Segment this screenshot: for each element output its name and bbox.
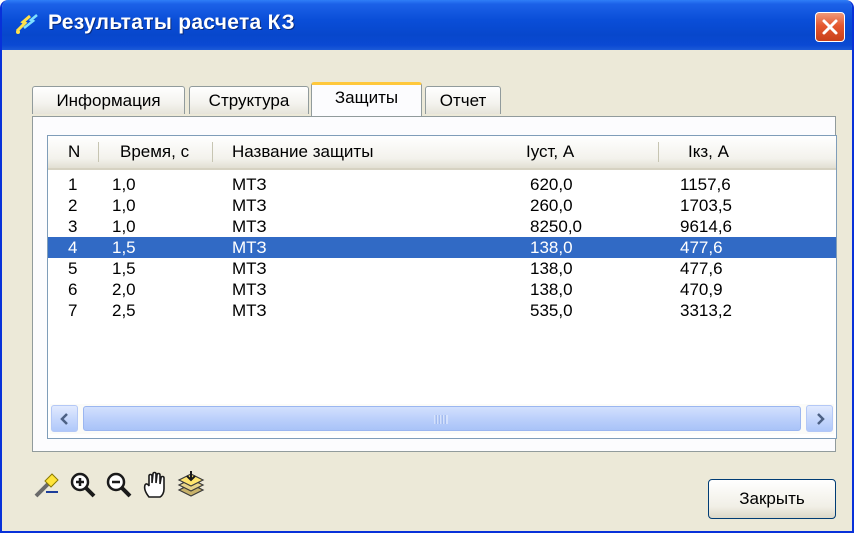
table-row[interactable]: 7 2,5 МТЗ 535,0 3313,2 (48, 300, 836, 321)
table-header: N Время, с Название защиты Iуст, А Iкз, … (48, 136, 836, 170)
cell-name: МТЗ (232, 280, 267, 299)
cell-ikz: 470,9 (680, 280, 723, 299)
cell-time: 1,0 (112, 175, 136, 194)
cell-ikz: 1157,6 (680, 175, 731, 194)
cell-iust: 8250,0 (530, 217, 582, 236)
tab-information[interactable]: Информация (32, 86, 185, 114)
cell-time: 1,0 (112, 217, 136, 236)
cell-name: МТЗ (232, 175, 267, 194)
cell-n: 2 (68, 196, 78, 215)
cell-name: МТЗ (232, 238, 267, 257)
cell-time: 2,5 (112, 301, 136, 320)
cell-n: 4 (68, 238, 78, 257)
highlight-icon[interactable] (32, 470, 62, 500)
cell-n: 3 (68, 217, 78, 236)
layers-icon[interactable] (176, 470, 206, 500)
table-row[interactable]: 3 1,0 МТЗ 8250,0 9614,6 (48, 216, 836, 237)
zoom-in-icon[interactable] (68, 470, 98, 500)
table-row[interactable]: 2 1,0 МТЗ 260,0 1703,5 (48, 195, 836, 216)
column-divider[interactable] (212, 142, 213, 162)
cell-n: 7 (68, 301, 78, 320)
cell-ikz: 1703,5 (680, 196, 732, 215)
close-window-button[interactable] (815, 12, 845, 42)
chevron-right-icon (817, 413, 825, 425)
title-bar[interactable]: Результаты расчета КЗ (2, 0, 852, 50)
cell-ikz: 477,6 (680, 238, 723, 257)
table-row[interactable]: 6 2,0 МТЗ 138,0 470,9 (48, 279, 836, 300)
cell-time: 1,5 (112, 259, 136, 278)
cell-time: 1,0 (112, 196, 136, 215)
column-header-name[interactable]: Название защиты (232, 136, 373, 168)
cell-iust: 138,0 (530, 238, 573, 257)
close-button[interactable]: Закрыть (708, 479, 836, 519)
column-header-iust[interactable]: Iуст, А (526, 136, 574, 168)
table-row[interactable]: 1 1,0 МТЗ 620,0 1157,6 (48, 174, 836, 195)
scroll-right-button[interactable] (806, 405, 833, 432)
cell-iust: 535,0 (530, 301, 573, 320)
column-divider[interactable] (98, 142, 99, 162)
dialog-window: Результаты расчета КЗ Информация Структу… (0, 0, 854, 533)
column-divider[interactable] (658, 142, 659, 162)
cell-iust: 260,0 (530, 196, 573, 215)
cell-name: МТЗ (232, 217, 267, 236)
cell-name: МТЗ (232, 301, 267, 320)
cell-n: 5 (68, 259, 78, 278)
cell-ikz: 3313,2 (680, 301, 732, 320)
cell-n: 6 (68, 280, 78, 299)
cell-name: МТЗ (232, 196, 267, 215)
cell-time: 1,5 (112, 238, 136, 257)
chevron-left-icon (60, 413, 68, 425)
column-header-n[interactable]: N (68, 136, 80, 168)
table-row-selected[interactable]: 4 1,5 МТЗ 138,0 477,6 (48, 237, 836, 258)
column-header-time[interactable]: Время, с (120, 136, 189, 168)
grip-icon (434, 415, 448, 424)
cell-n: 1 (68, 175, 78, 194)
cell-ikz: 477,6 (680, 259, 723, 278)
scroll-left-button[interactable] (51, 405, 78, 432)
lightning-icon (14, 11, 40, 37)
cell-iust: 620,0 (530, 175, 573, 194)
cell-iust: 138,0 (530, 280, 573, 299)
column-header-ikz[interactable]: Iкз, А (688, 136, 729, 168)
cell-name: МТЗ (232, 259, 267, 278)
close-icon (822, 19, 838, 35)
protections-table[interactable]: N Время, с Название защиты Iуст, А Iкз, … (47, 135, 837, 439)
table-row[interactable]: 5 1,5 МТЗ 138,0 477,6 (48, 258, 836, 279)
cell-time: 2,0 (112, 280, 136, 299)
tab-structure[interactable]: Структура (189, 86, 309, 114)
tab-protections[interactable]: Защиты (311, 82, 422, 116)
window-title: Результаты расчета КЗ (48, 11, 295, 34)
scroll-thumb[interactable] (83, 406, 801, 431)
horizontal-scrollbar[interactable] (50, 404, 834, 434)
tab-report[interactable]: Отчет (425, 86, 501, 114)
cell-iust: 138,0 (530, 259, 573, 278)
cell-ikz: 9614,6 (680, 217, 732, 236)
pan-hand-icon[interactable] (140, 470, 170, 500)
zoom-out-icon[interactable] (104, 470, 134, 500)
